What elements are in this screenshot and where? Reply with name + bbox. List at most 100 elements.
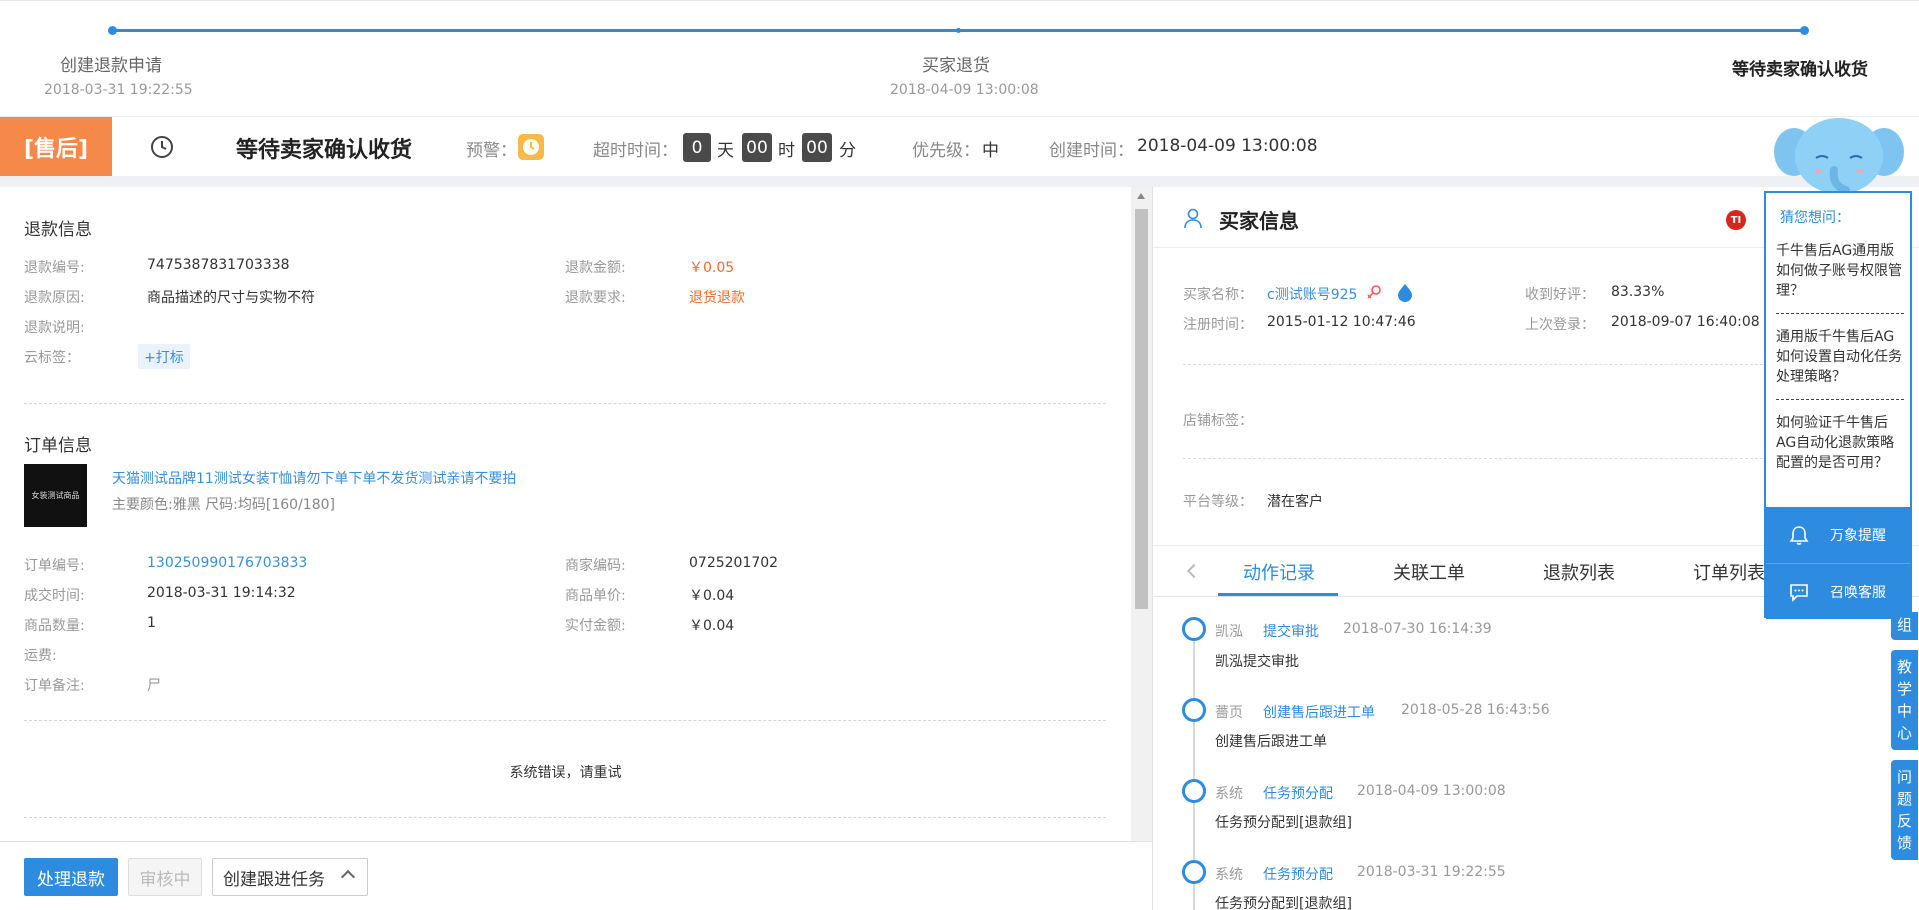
add-tag-button[interactable]: +打标 [138, 344, 190, 369]
tab-order-list[interactable]: 订单列表 [1693, 559, 1765, 585]
timeout-minutes: 00 [802, 133, 832, 162]
clock-icon [151, 136, 173, 158]
qty-label: 商品数量: [24, 618, 85, 634]
refund-id: 7475387831703338 [147, 257, 290, 273]
level-value: 潜在客户 [1267, 494, 1323, 510]
product-thumbnail[interactable]: 女装测试商品 [24, 464, 87, 527]
last-login-value: 2018-09-07 16:40:08 [1611, 314, 1760, 330]
timeout-days: 0 [683, 133, 711, 162]
timeline-action: 任务预分配 [1263, 867, 1333, 883]
unit-price-label: 商品单价: [565, 588, 626, 604]
reviewing-button[interactable]: 审核中 [128, 858, 202, 896]
timeline-actor: 凯泓 [1215, 624, 1243, 640]
female-icon [1367, 285, 1381, 299]
hour-unit: 时 [778, 141, 795, 161]
order-section-title: 订单信息 [24, 436, 92, 456]
assistant-divider [1776, 313, 1904, 314]
timeline-time: 2018-07-30 16:14:39 [1343, 621, 1492, 637]
merchant-code: 0725201702 [689, 555, 779, 571]
scroll-up-icon[interactable] [1137, 193, 1145, 199]
progress-dot-3 [1800, 26, 1809, 35]
section-divider [24, 817, 1106, 818]
assistant-question-3[interactable]: 如何验证千牛售后AG自动化退款策略配置的是否可用？ [1776, 413, 1904, 473]
tab-prev-icon[interactable] [1186, 563, 1202, 579]
level-drop-icon [1398, 284, 1412, 302]
side-tab-feedback[interactable]: 问题反馈 [1891, 760, 1918, 860]
action-bar: 处理退款 审核中 创建跟进任务 [0, 841, 1152, 910]
aftersale-badge: [售后] [0, 117, 112, 177]
timeout-label: 超时时间： [593, 141, 678, 161]
timeline-node [1182, 779, 1206, 803]
timeline-action: 提交审批 [1263, 624, 1319, 640]
minute-unit: 分 [839, 141, 856, 161]
priority-value: 中 [982, 141, 999, 161]
status-bar: [售后] 等待卖家确认收货 预警： 超时时间： 0 天 00 时 00 分 优先… [0, 116, 1919, 177]
process-refund-button[interactable]: 处理退款 [24, 858, 118, 896]
timeline-desc: 任务预分配到[退款组] [1215, 896, 1352, 910]
remark-label: 订单备注: [24, 678, 85, 694]
refund-amount: ￥0.05 [689, 260, 735, 276]
deal-time: 2018-03-31 19:14:32 [147, 585, 296, 601]
call-service-button[interactable]: 召唤客服 [1766, 563, 1910, 619]
step-title-2: 买家退货 [922, 56, 990, 76]
timeline-actor: 薔页 [1215, 705, 1243, 721]
assistant-question-1[interactable]: 千牛售后AG通用版如何做子账号权限管理？ [1776, 241, 1904, 301]
timeline-desc: 凯泓提交审批 [1215, 654, 1299, 670]
timeline-desc: 任务预分配到[退款组] [1215, 815, 1352, 831]
shipping-label: 运费: [24, 648, 57, 664]
timeline-time: 2018-05-28 16:43:56 [1401, 702, 1550, 718]
progress-dot-1 [108, 26, 117, 35]
buyer-divider [1183, 458, 1763, 459]
progress-dot-2 [956, 28, 961, 33]
create-task-dropdown[interactable]: 创建跟进任务 [212, 858, 368, 896]
refund-reason: 商品描述的尺寸与实物不符 [147, 290, 315, 306]
timeline-actor: 系统 [1215, 867, 1243, 883]
assistant-title: 猜您想问： [1780, 210, 1850, 226]
warning-clock-icon [518, 134, 544, 160]
assistant-question-2[interactable]: 通用版千牛售后AG如何设置自动化任务处理策略？ [1776, 327, 1904, 387]
tab-refund-list[interactable]: 退款列表 [1543, 559, 1615, 585]
refund-section-title: 退款信息 [24, 220, 92, 240]
refund-note-label: 退款说明: [24, 320, 85, 336]
product-title-link[interactable]: 天猫测试品牌11测试女装T恤请勿下单下单不发货测试亲请不要拍 [112, 468, 516, 488]
timeline-desc: 创建售后跟进工单 [1215, 734, 1327, 750]
bell-icon [1789, 526, 1809, 545]
buyer-name-link[interactable]: c测试账号925 [1267, 284, 1357, 304]
call-service-button-label: 召唤客服 [1830, 584, 1886, 601]
scroll-thumb[interactable] [1135, 209, 1148, 609]
error-message: 系统错误，请重试 [509, 765, 622, 781]
step-date-1: 2018-03-31 19:22:55 [44, 82, 193, 98]
order-no-link[interactable]: 130250990176703833 [147, 555, 307, 571]
buyer-divider [1183, 364, 1763, 365]
reg-label: 注册时间： [1183, 317, 1253, 333]
shop-tag-label: 店铺标签： [1183, 413, 1253, 429]
tab-related-orders[interactable]: 关联工单 [1393, 559, 1465, 585]
product-spec: 主要颜色:雅黑 尺码:均码[160/180] [112, 497, 335, 513]
day-unit: 天 [717, 141, 734, 161]
buyer-title: 买家信息 [1219, 209, 1299, 233]
step-title-1: 创建退款申请 [60, 56, 162, 76]
progress-steps: 创建退款申请 2018-03-31 19:22:55 买家退货 2018-04-… [0, 0, 1919, 116]
order-no-label: 订单编号: [24, 558, 85, 574]
chevron-up-icon [340, 869, 356, 885]
paid-label: 实付金额: [565, 618, 626, 634]
praise-label: 收到好评： [1525, 287, 1595, 303]
section-gap [0, 176, 1919, 187]
deal-time-label: 成交时间: [24, 588, 85, 604]
last-login-label: 上次登录： [1525, 317, 1595, 333]
elephant-mascot-icon[interactable] [1774, 114, 1904, 196]
chat-icon [1790, 584, 1808, 602]
side-tab-teaching-center[interactable]: 教学中心 [1891, 650, 1918, 750]
cloud-tags-label: 云标签： [24, 350, 80, 366]
create-task-label: 创建跟进任务 [223, 869, 325, 890]
left-scrollbar[interactable] [1131, 187, 1152, 841]
warning-label: 预警： [466, 141, 517, 161]
remind-button[interactable]: 万象提醒 [1766, 507, 1910, 563]
refund-reason-label: 退款原因: [24, 290, 85, 306]
level-label: 平台等级： [1183, 494, 1253, 510]
timeline-actor: 系统 [1215, 786, 1243, 802]
side-tab-group[interactable]: 组 [1891, 612, 1918, 640]
tab-action-records[interactable]: 动作记录 [1243, 559, 1315, 585]
timeline-node [1182, 860, 1206, 884]
refund-detail-panel: 退款信息 退款编号: 7475387831703338 退款金额: ￥0.05 … [0, 187, 1131, 841]
